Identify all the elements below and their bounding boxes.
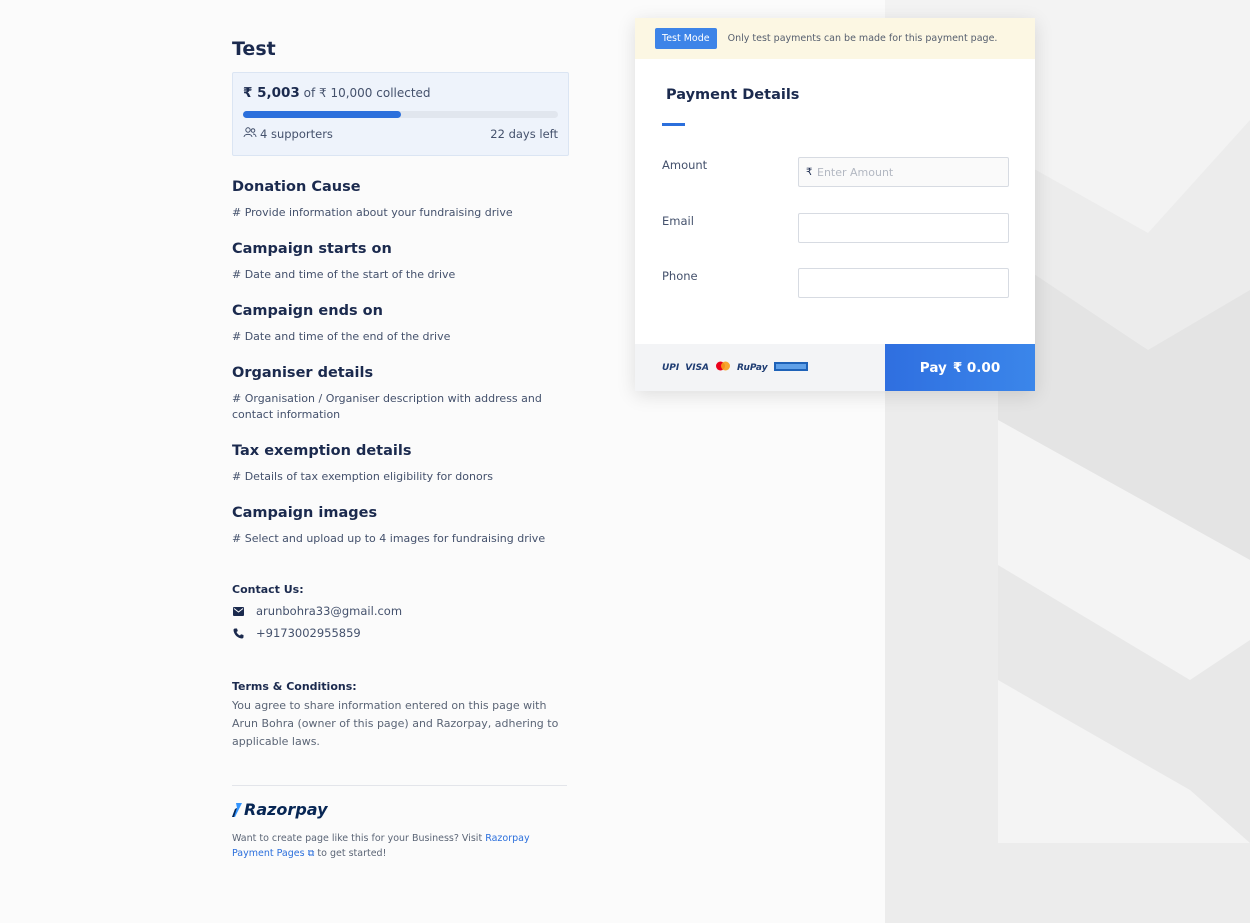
- collected-summary: ₹ 5,003 of ₹ 10,000 collected: [243, 85, 558, 101]
- payment-card: Test Mode Only test payments can be made…: [635, 18, 1035, 391]
- section-heading: Campaign images: [232, 505, 378, 521]
- section-heading: Campaign starts on: [232, 241, 392, 257]
- rupee-icon: ₹: [806, 167, 813, 178]
- payment-methods: UPI VISA RuPay: [635, 344, 885, 391]
- supporters-count: 4 supporters: [243, 127, 333, 141]
- footer-note: Want to create page like this for your B…: [232, 831, 569, 861]
- progress-bar-fill: [243, 111, 401, 118]
- footer-note-prefix: Want to create page like this for your B…: [232, 833, 486, 844]
- section-text: # Date and time of the end of the drive: [232, 330, 451, 343]
- netbanking-icon: [773, 361, 808, 374]
- mail-icon: [232, 605, 244, 617]
- razorpay-mark-icon: [232, 802, 242, 817]
- phone-icon: [232, 627, 244, 639]
- goal-text: of ₹ 10,000 collected: [303, 86, 431, 100]
- progress-card: ₹ 5,003 of ₹ 10,000 collected 4 supporte…: [232, 72, 569, 156]
- razorpay-logo: Razorpay: [232, 800, 569, 819]
- footer-divider: [232, 785, 567, 786]
- upi-logo: UPI: [662, 362, 680, 373]
- title-underline: [662, 123, 685, 126]
- phone-input[interactable]: [798, 268, 1009, 298]
- section-heading: Donation Cause: [232, 179, 361, 195]
- section-text: # Details of tax exemption eligibility f…: [232, 470, 493, 483]
- pay-button[interactable]: Pay ₹ 0.00: [885, 344, 1035, 391]
- section-heading: Campaign ends on: [232, 303, 383, 319]
- section-campaign-images: Campaign images # Select and upload up t…: [232, 505, 569, 547]
- section-text: # Provide information about your fundrai…: [232, 206, 513, 219]
- section-organiser-details: Organiser details # Organisation / Organ…: [232, 365, 569, 423]
- rupay-logo: RuPay: [737, 362, 768, 373]
- progress-meta: 4 supporters 22 days left: [243, 127, 558, 141]
- section-heading: Tax exemption details: [232, 443, 412, 459]
- section-heading: Organiser details: [232, 365, 374, 381]
- amount-input[interactable]: [798, 157, 1009, 187]
- section-campaign-end: Campaign ends on # Date and time of the …: [232, 303, 569, 345]
- terms-section: Terms & Conditions: You agree to share i…: [232, 680, 569, 751]
- contact-heading: Contact Us:: [232, 583, 304, 596]
- section-text: # Select and upload up to 4 images for f…: [232, 532, 546, 545]
- visa-logo: VISA: [685, 362, 710, 373]
- contact-phone[interactable]: +9173002955859: [256, 626, 361, 640]
- test-mode-text: Only test payments can be made for this …: [727, 33, 998, 44]
- supporters-text: 4 supporters: [260, 127, 333, 141]
- section-tax-exemption: Tax exemption details # Details of tax e…: [232, 443, 569, 485]
- email-input[interactable]: [798, 213, 1009, 243]
- campaign-info-panel: Test ₹ 5,003 of ₹ 10,000 collected 4 sup…: [232, 38, 569, 861]
- page-title: Test: [232, 38, 276, 60]
- razorpay-logo-text: Razorpay: [244, 800, 328, 819]
- footer-note-suffix: to get started!: [314, 848, 387, 859]
- test-mode-badge: Test Mode: [655, 28, 717, 49]
- email-label: Email: [662, 214, 694, 228]
- contact-phone-row: +9173002955859: [232, 626, 569, 640]
- section-donation-cause: Donation Cause # Provide information abo…: [232, 179, 569, 221]
- terms-text: You agree to share information entered o…: [232, 699, 559, 748]
- section-campaign-start: Campaign starts on # Date and time of th…: [232, 241, 569, 283]
- days-left: 22 days left: [490, 127, 558, 141]
- mastercard-icon: [715, 361, 731, 374]
- campaign-sections: Donation Cause # Provide information abo…: [232, 179, 569, 547]
- terms-heading: Terms & Conditions:: [232, 680, 357, 693]
- amount-label: Amount: [662, 158, 708, 172]
- users-icon: [243, 127, 257, 141]
- contact-email-row: arunbohra33@gmail.com: [232, 604, 569, 618]
- pay-amount: ₹ 0.00: [952, 359, 1001, 376]
- section-text: # Organisation / Organiser description w…: [232, 392, 542, 421]
- phone-label: Phone: [662, 269, 698, 283]
- payment-details-title: Payment Details: [666, 87, 800, 103]
- contact-section: Contact Us: arunbohra33@gmail.com +91730…: [232, 583, 569, 640]
- contact-email[interactable]: arunbohra33@gmail.com: [256, 604, 402, 618]
- payment-footer: UPI VISA RuPay Pay ₹ 0.00: [635, 344, 1035, 391]
- section-text: # Date and time of the start of the driv…: [232, 268, 456, 281]
- pay-label: Pay: [919, 359, 947, 376]
- test-mode-banner: Test Mode Only test payments can be made…: [635, 18, 1035, 59]
- collected-amount: ₹ 5,003: [243, 85, 300, 101]
- progress-bar: [243, 111, 558, 118]
